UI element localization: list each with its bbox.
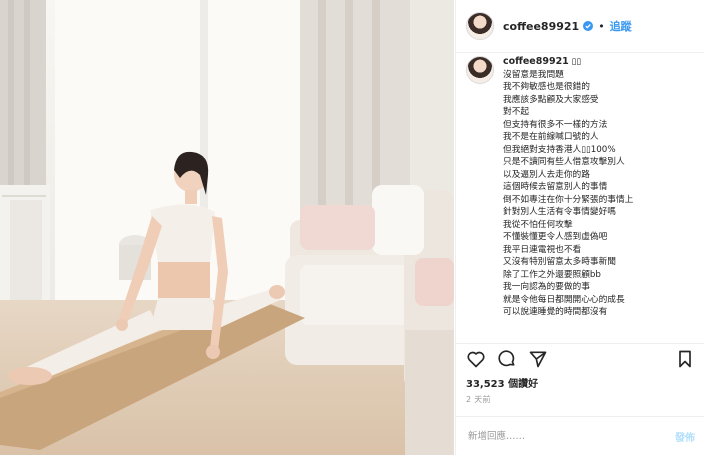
header-separator: • [598,19,605,33]
post-comment-button[interactable]: 發佈 [675,429,695,444]
comment-box: 發佈 [456,416,704,455]
comment-icon[interactable] [497,349,517,369]
avatar[interactable] [466,12,494,40]
caption-line: 我不夠敏感也是很錯的 [503,82,590,92]
caption-line: 我從不怕任何攻擊 [503,219,573,230]
caption-line: 以及逼別人去走你的路 [503,169,590,180]
instagram-post: coffee89921 • 追蹤 coffee89921 ▯▯ 沒留意是我問題 … [0,0,704,455]
share-icon[interactable] [528,349,548,369]
post-side-panel: coffee89921 • 追蹤 coffee89921 ▯▯ 沒留意是我問題 … [455,0,704,455]
post-header: coffee89921 • 追蹤 [456,0,704,53]
bookmark-icon[interactable] [675,349,695,369]
caption-line: 沒留意是我問題 [503,69,564,80]
caption-line: 這個時候去留意別人的事情 [503,182,608,192]
post-photo[interactable] [0,0,454,455]
caption-line: 對不起 [503,107,530,117]
caption-emoji: ▯▯ [571,57,582,67]
caption-line: 但我絕對支持香港人▯▯100% [503,144,616,155]
caption-avatar[interactable] [466,56,494,84]
likes-count[interactable]: 33,523 個讚好 [466,375,538,390]
post-timestamp[interactable]: 2 天前 [466,394,491,405]
caption-line: 倒不如專注在你十分緊張的事情上 [503,194,634,205]
caption-area: coffee89921 ▯▯ 沒留意是我問題 我不夠敏感也是很錯的 我應該多點顧… [456,53,704,343]
caption-line: 針對別人生活有令事情變好嗎 [503,207,616,217]
caption-username[interactable]: coffee89921 [503,56,569,67]
username-link[interactable]: coffee89921 [503,20,579,33]
heart-icon[interactable] [466,349,486,369]
follow-button[interactable]: 追蹤 [610,18,632,34]
verified-badge-icon [583,21,594,31]
caption-line: 就是令他每日都開開心心的成長 [503,294,625,305]
caption-line: 我應該多點顧及大家感受 [503,94,599,105]
caption-line: 只是不讀同有些人借意攻擊別人 [503,157,625,167]
caption-text: coffee89921 ▯▯ 沒留意是我問題 我不夠敏感也是很錯的 我應該多點顧… [503,56,633,319]
caption-line: 可以說連睡覺的時間都沒有 [503,307,608,317]
caption-line: 除了工作之外還要照顧bb [503,269,601,280]
caption-line: 又沒有特別留意太多時事新聞 [503,257,616,267]
caption-line: 我平日連電視也不看 [503,244,582,255]
caption-line: 我一向認為的要做的事 [503,282,590,292]
caption-line: 我不是在前線喊口號的人 [503,132,599,142]
photo-illustration [0,0,454,455]
caption-line: 不懂裝懂更令人感到虛偽吧 [503,232,608,242]
comment-input[interactable] [466,429,675,443]
caption-line: 但支持有很多不一樣的方法 [503,119,608,130]
